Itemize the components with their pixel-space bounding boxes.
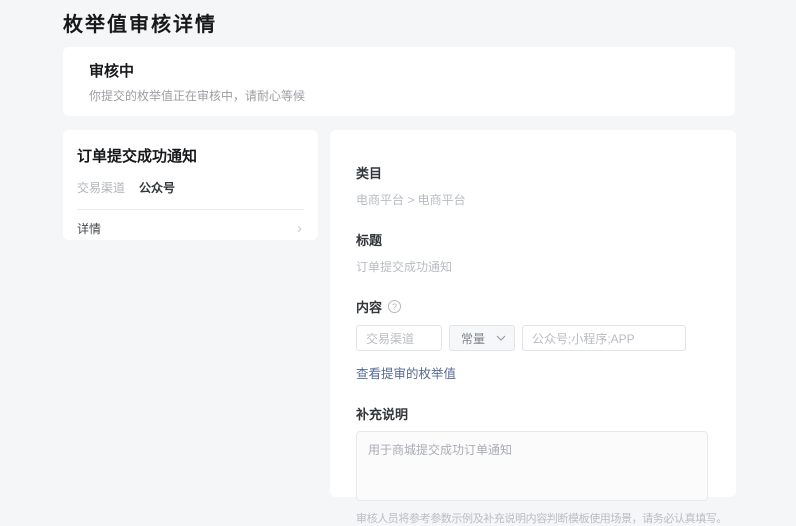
remark-hint: 审核人员将参考参数示例及补充说明内容判断模板使用场景，请务必认真填写。 — [356, 510, 710, 526]
param-type-value: 常量 — [461, 330, 485, 347]
view-enum-values-link[interactable]: 查看提审的枚举值 — [356, 363, 456, 382]
content-inputs-row: 常量 — [356, 325, 710, 351]
param-name-input[interactable] — [356, 325, 442, 351]
param-example-input[interactable] — [522, 325, 686, 351]
chevron-down-icon — [496, 335, 506, 341]
title-label: 标题 — [356, 230, 710, 249]
channel-value: 公众号 — [139, 179, 175, 196]
content-group: 内容 ? 常量 查看提审的枚举值 — [356, 297, 710, 382]
review-status-title: 审核中 — [89, 60, 709, 81]
remark-textarea[interactable]: 用于商城提交成功订单通知 — [356, 431, 708, 501]
channel-label: 交易渠道 — [77, 179, 125, 196]
page-title: 枚举值审核详情 — [63, 8, 217, 37]
review-status-card: 审核中 你提交的枚举值正在审核中，请耐心等候 — [63, 47, 735, 116]
content-label: 内容 ? — [356, 297, 710, 316]
enum-review-detail-page: 枚举值审核详情 审核中 你提交的枚举值正在审核中，请耐心等候 订单提交成功通知 … — [0, 0, 796, 519]
template-channel-row: 交易渠道 公众号 — [77, 179, 304, 196]
category-label: 类目 — [356, 163, 710, 182]
template-title: 订单提交成功通知 — [77, 145, 304, 166]
detail-label: 详情 — [77, 220, 101, 237]
category-group: 类目 电商平台 > 电商平台 — [356, 163, 710, 208]
review-status-description: 你提交的枚举值正在审核中，请耐心等候 — [89, 87, 709, 104]
title-group: 标题 订单提交成功通知 — [356, 230, 710, 275]
content-label-text: 内容 — [356, 297, 382, 316]
help-icon[interactable]: ? — [388, 300, 401, 313]
param-type-select[interactable]: 常量 — [449, 325, 515, 351]
template-detail-link[interactable]: 详情 › — [77, 210, 304, 237]
remark-group: 补充说明 用于商城提交成功订单通知 审核人员将参考参数示例及补充说明内容判断模板… — [356, 404, 710, 526]
title-value: 订单提交成功通知 — [356, 258, 710, 275]
remark-label: 补充说明 — [356, 404, 710, 423]
category-value: 电商平台 > 电商平台 — [356, 191, 710, 208]
chevron-right-icon: › — [297, 223, 302, 235]
template-detail-panel: 类目 电商平台 > 电商平台 标题 订单提交成功通知 内容 ? 常量 — [330, 130, 736, 497]
template-summary-card: 订单提交成功通知 交易渠道 公众号 详情 › — [63, 130, 318, 240]
